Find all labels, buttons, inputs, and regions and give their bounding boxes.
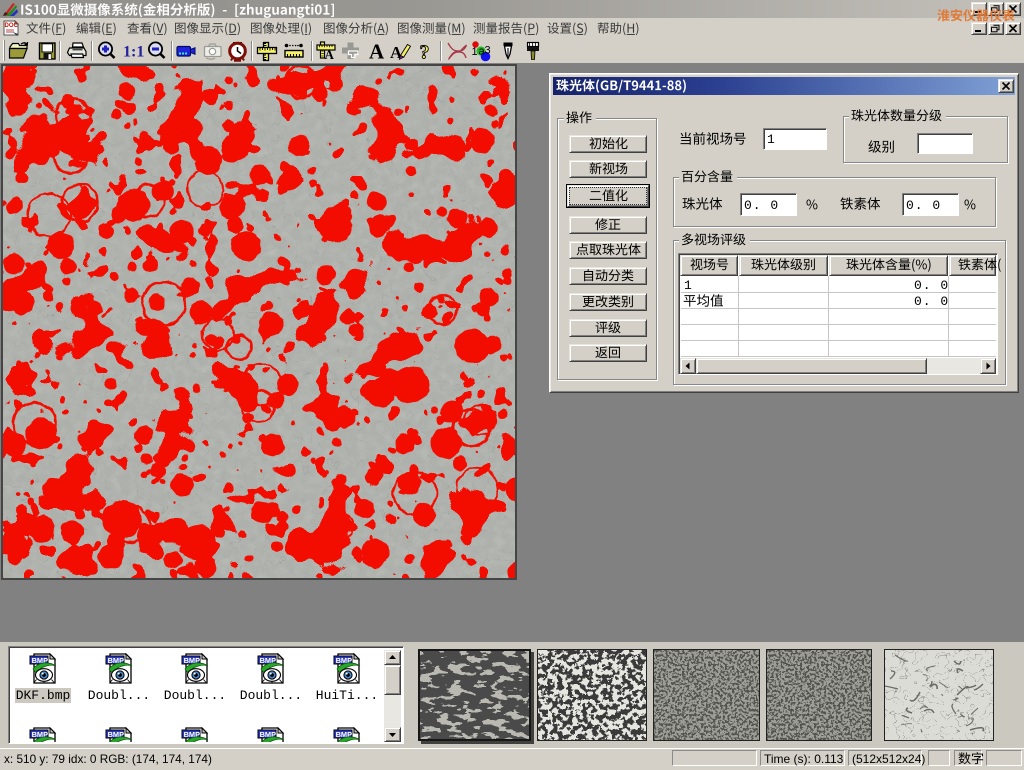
svg-text:?: ?: [420, 42, 430, 63]
svg-text:3: 3: [485, 45, 491, 57]
svg-text:1:1: 1:1: [123, 44, 144, 61]
svg-text:1: 1: [472, 46, 478, 58]
svg-text:A: A: [369, 40, 385, 62]
svg-text:DOC: DOC: [5, 23, 19, 29]
svg-text:A: A: [325, 47, 335, 62]
svg-text:A: A: [390, 43, 403, 62]
